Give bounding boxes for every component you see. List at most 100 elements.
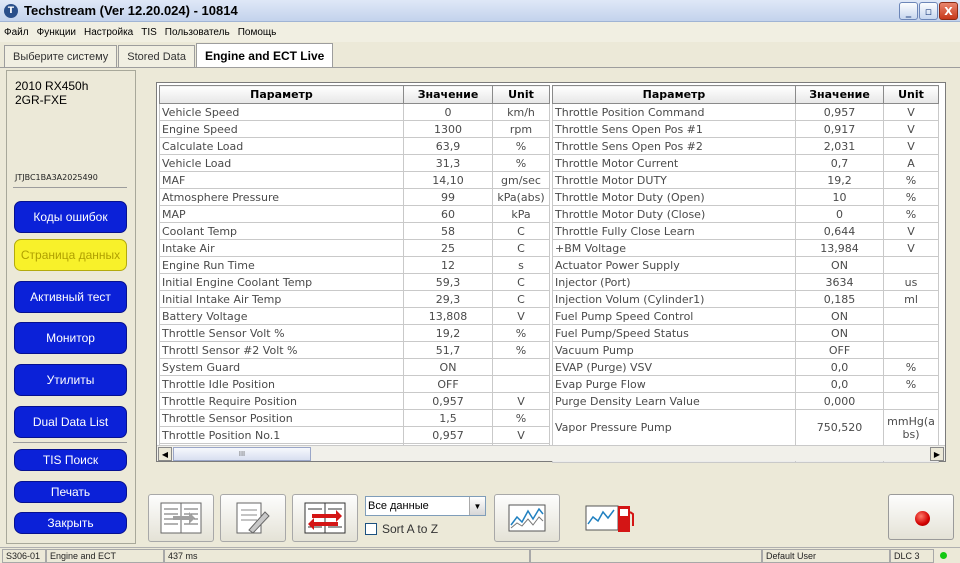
table-row[interactable]: Initial Engine Coolant Temp 59,3 C — [159, 273, 550, 291]
tis-search-button[interactable]: TIS Поиск — [14, 449, 127, 471]
scroll-right-icon[interactable]: ▶ — [930, 447, 944, 461]
value-cell: 10 — [795, 188, 884, 206]
column-header-value[interactable]: Значение — [795, 85, 884, 104]
table-row[interactable]: System Guard ON — [159, 358, 550, 376]
vehicle-model: 2010 RX450h — [15, 79, 89, 93]
column-header-unit[interactable]: Unit — [492, 85, 550, 104]
table-row[interactable]: Coolant Temp 58 C — [159, 222, 550, 240]
table-row[interactable]: Throttle Fully Close Learn 0,644 V — [552, 222, 939, 240]
unit-cell — [883, 324, 939, 342]
table-row[interactable]: Throttle Position No.1 0,957 V — [159, 426, 550, 444]
menu-settings[interactable]: Настройка — [84, 27, 133, 38]
table-row[interactable]: Fuel Pump/Speed Status ON — [552, 324, 939, 342]
table-row[interactable]: Fuel Pump Speed Control ON — [552, 307, 939, 325]
table-row[interactable]: Purge Density Learn Value 0,000 — [552, 392, 939, 410]
table-row[interactable]: Actuator Power Supply ON — [552, 256, 939, 274]
table-row[interactable]: MAP 60 kPa — [159, 205, 550, 223]
table-row[interactable]: Throttle Motor Duty (Open) 10% — [552, 188, 939, 206]
table-row[interactable]: Throttle Motor Duty (Close) 0% — [552, 205, 939, 223]
table-row[interactable]: Intake Air 25 C — [159, 239, 550, 257]
value-cell: 12 — [403, 256, 493, 274]
menu-user[interactable]: Пользователь — [165, 27, 230, 38]
maximize-button[interactable]: ▫ — [919, 2, 938, 20]
menu-file[interactable]: Файл — [4, 27, 29, 38]
connection-status-icon — [940, 552, 947, 559]
table-row[interactable]: Engine Run Time 12 s — [159, 256, 550, 274]
dtc-button[interactable]: Коды ошибок — [14, 201, 127, 233]
horizontal-scrollbar[interactable]: ◀ III ▶ — [157, 445, 945, 461]
menu-tis[interactable]: TIS — [141, 27, 157, 38]
table-row[interactable]: Throttle Sensor Volt % 19,2% — [159, 324, 550, 342]
column-header-value[interactable]: Значение — [403, 85, 493, 104]
edit-list-button[interactable] — [220, 494, 286, 542]
table-row[interactable]: Throttl Sensor #2 Volt % 51,7% — [159, 341, 550, 359]
table-row[interactable]: EVAP (Purge) VSV 0,0% — [552, 358, 939, 376]
table-row[interactable]: Throttle Motor DUTY 19,2% — [552, 171, 939, 189]
value-cell: 13,808 — [403, 307, 493, 325]
table-row[interactable]: Throttle Position Command 0,957 V — [552, 103, 939, 121]
table-row[interactable]: Injection Volum (Cylinder1) 0,185 ml — [552, 290, 939, 308]
unit-cell: s — [492, 256, 550, 274]
print-button[interactable]: Печать — [14, 481, 127, 503]
table-row[interactable]: Initial Intake Air Temp 29,3 C — [159, 290, 550, 308]
monitor-button[interactable]: Монитор — [14, 322, 127, 354]
scrollbar-thumb[interactable]: III — [173, 447, 311, 461]
parameter-cell: Battery Voltage — [159, 307, 404, 325]
tab-engine-ect-live[interactable]: Engine and ECT Live — [195, 43, 334, 67]
table-row[interactable]: Atmosphere Pressure 99 kPa(abs) — [159, 188, 550, 206]
table-row[interactable]: Injector (Port) 3634 us — [552, 273, 939, 291]
graph-button[interactable] — [494, 494, 560, 542]
table-row[interactable]: +BM Voltage 13,984 V — [552, 239, 939, 257]
data-list-button[interactable]: Страница данных — [14, 239, 127, 271]
column-header-parameter[interactable]: Параметр — [159, 85, 404, 104]
unit-cell: rpm — [492, 120, 550, 138]
record-button[interactable] — [888, 494, 954, 540]
table-row[interactable]: Throttle Sens Open Pos #1 0,917 V — [552, 120, 939, 138]
active-test-button[interactable]: Активный тест — [14, 281, 127, 313]
parameter-cell: Throttle Idle Position — [159, 375, 404, 393]
chevron-down-icon[interactable]: ▼ — [469, 497, 485, 515]
column-header-parameter[interactable]: Параметр — [552, 85, 796, 104]
data-filter-select[interactable]: Все данные ▼ — [365, 496, 486, 516]
table-row[interactable]: Vehicle Speed 0 km/h — [159, 103, 550, 121]
parameter-cell: Throttle Sensor Position — [159, 409, 404, 427]
status-dlc: DLC 3 — [890, 549, 934, 563]
table-row[interactable]: Engine Speed 1300 rpm — [159, 120, 550, 138]
data-list-select-button[interactable] — [148, 494, 214, 542]
tab-stored-data[interactable]: Stored Data — [118, 45, 195, 67]
menu-functions[interactable]: Функции — [37, 27, 76, 38]
fuel-graph-button[interactable] — [576, 494, 642, 542]
table-row[interactable]: Battery Voltage 13,808 V — [159, 307, 550, 325]
column-header-unit[interactable]: Unit — [883, 85, 939, 104]
table-row[interactable]: Throttle Idle Position OFF — [159, 375, 550, 393]
sort-label[interactable]: Sort A to Z — [382, 522, 438, 536]
table-row[interactable]: Throttle Require Position 0,957 V — [159, 392, 550, 410]
table-row[interactable]: Vehicle Load 31,3% — [159, 154, 550, 172]
scroll-left-icon[interactable]: ◀ — [158, 447, 172, 461]
value-cell: 750,520 — [795, 409, 884, 446]
value-cell: 60 — [403, 205, 493, 223]
close-window-button[interactable]: X — [939, 2, 958, 20]
utilities-button[interactable]: Утилиты — [14, 364, 127, 396]
table-row[interactable]: MAF 14,10 gm/sec — [159, 171, 550, 189]
value-cell: ON — [795, 324, 884, 342]
unit-cell: V — [883, 120, 939, 138]
swap-list-button[interactable] — [292, 494, 358, 542]
table-row[interactable]: Calculate Load 63,9% — [159, 137, 550, 155]
close-button[interactable]: Закрыть — [14, 512, 127, 534]
minimize-button[interactable]: _ — [899, 2, 918, 20]
table-row[interactable]: Throttle Motor Current 0,7 A — [552, 154, 939, 172]
table-row[interactable]: Vacuum Pump OFF — [552, 341, 939, 359]
table-row[interactable]: Evap Purge Flow 0,0% — [552, 375, 939, 393]
techstream-app-icon: T — [4, 3, 18, 18]
menu-help[interactable]: Помощь — [238, 27, 277, 38]
tab-select-system[interactable]: Выберите систему — [4, 45, 118, 67]
dual-data-list-button[interactable]: Dual Data List — [14, 406, 127, 438]
table-row[interactable]: Throttle Sensor Position 1,5% — [159, 409, 550, 427]
parameter-cell: EVAP (Purge) VSV — [552, 358, 796, 376]
table-row[interactable]: Throttle Sens Open Pos #2 2,031 V — [552, 137, 939, 155]
parameter-cell: Intake Air — [159, 239, 404, 257]
parameter-cell: Injector (Port) — [552, 273, 796, 291]
table-row[interactable]: Vapor Pressure Pump 750,520 mmHg(abs) — [552, 409, 939, 446]
sort-checkbox[interactable] — [365, 523, 377, 535]
